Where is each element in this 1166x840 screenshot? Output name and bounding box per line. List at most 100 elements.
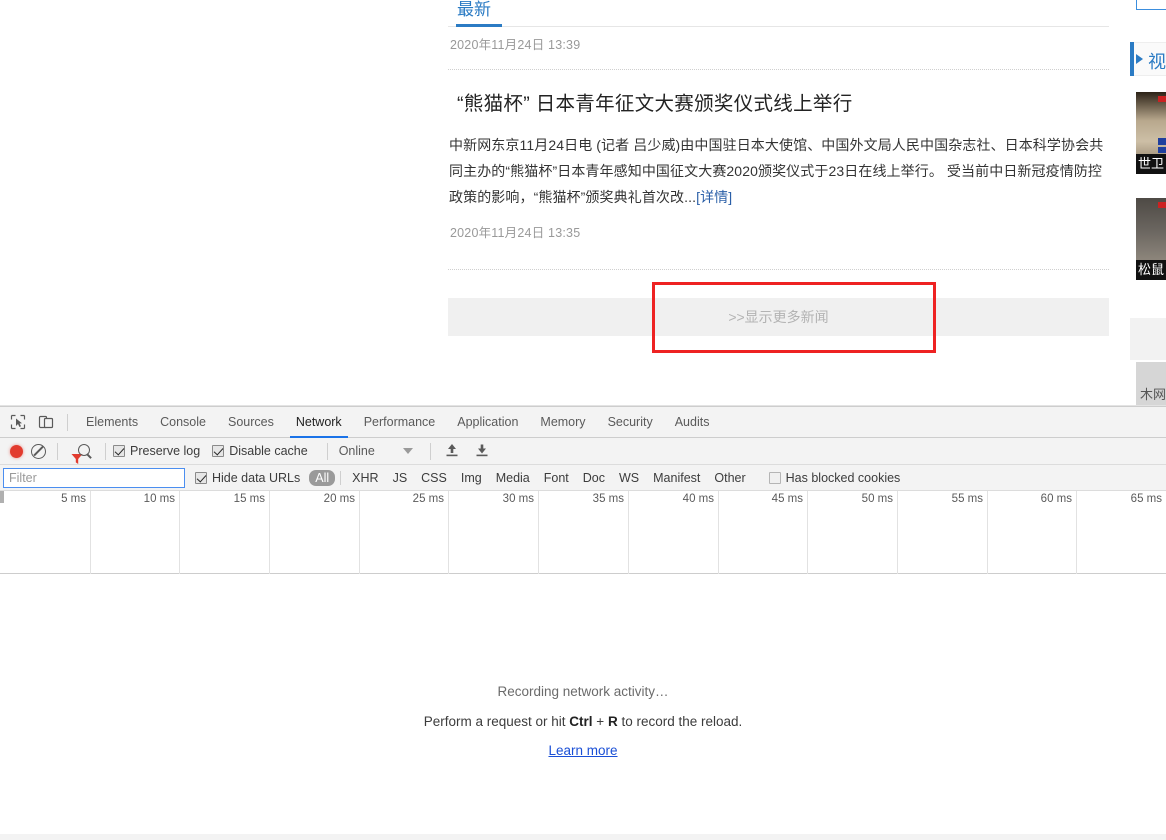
- filter-type-other[interactable]: Other: [708, 470, 751, 486]
- tab-sources[interactable]: Sources: [217, 407, 285, 438]
- filter-type-js[interactable]: JS: [387, 470, 414, 486]
- filter-type-xhr[interactable]: XHR: [346, 470, 384, 486]
- rail-section-title: 视: [1148, 52, 1166, 72]
- network-filterbar: Hide data URLs All XHR JS CSS Img Media …: [0, 465, 1166, 491]
- preserve-log-label[interactable]: Preserve log: [130, 444, 200, 458]
- search-icon[interactable]: [78, 443, 93, 459]
- rail-top-box: [1136, 0, 1166, 10]
- rail-footer-text: 木网: [1140, 387, 1166, 402]
- learn-more-link[interactable]: Learn more: [548, 743, 617, 758]
- tab-audits[interactable]: Audits: [664, 407, 721, 438]
- timeline-tick-label: 10 ms: [143, 493, 175, 505]
- timeline-tick-label: 65 ms: [1130, 493, 1162, 505]
- rail-video-thumb-1[interactable]: 世卫: [1136, 92, 1166, 174]
- tab-security[interactable]: Security: [597, 407, 664, 438]
- filter-type-img[interactable]: Img: [455, 470, 488, 486]
- preserve-log-checkbox[interactable]: [113, 445, 125, 457]
- filter-type-font[interactable]: Font: [538, 470, 575, 486]
- filter-input[interactable]: [3, 467, 185, 488]
- thumb-banner-blue-2: [1158, 147, 1166, 153]
- tab-memory[interactable]: Memory: [529, 407, 596, 438]
- article-title[interactable]: “熊猫杯” 日本青年征文大赛颁奖仪式线上举行: [457, 90, 1107, 118]
- filter-type-separator: [340, 470, 342, 485]
- hide-data-urls-checkbox[interactable]: [195, 471, 207, 484]
- thumb-banner-blue: [1158, 138, 1166, 145]
- filter-type-css[interactable]: CSS: [415, 470, 453, 486]
- timeline-gridline: [269, 491, 270, 574]
- timeline-tick-label: 45 ms: [771, 493, 803, 505]
- timeline-tick-label: 25 ms: [412, 493, 444, 505]
- thumb-banner-red: [1158, 96, 1166, 102]
- filter-type-all[interactable]: All: [309, 469, 336, 486]
- chevron-down-icon[interactable]: [402, 448, 413, 454]
- tab-console[interactable]: Console: [149, 407, 217, 438]
- timeline-tick-label: 20 ms: [323, 493, 355, 505]
- play-arrow-icon: [1136, 54, 1143, 64]
- rail-thumb-caption-1: 世卫: [1136, 154, 1166, 174]
- filter-type-media[interactable]: Media: [490, 470, 536, 486]
- filter-type-ws[interactable]: WS: [613, 470, 645, 486]
- hide-data-urls-label[interactable]: Hide data URLs: [212, 471, 300, 485]
- timeline-gridline: [807, 491, 808, 574]
- tab-application[interactable]: Application: [446, 407, 529, 438]
- rail-video-thumb-2[interactable]: 松鼠: [1136, 198, 1166, 280]
- network-empty-state: Recording network activity… Perform a re…: [0, 684, 1166, 760]
- filter-type-manifest[interactable]: Manifest: [647, 470, 706, 486]
- tab-performance[interactable]: Performance: [353, 407, 447, 438]
- news-column: 最新: [448, 0, 1109, 27]
- network-request-list: Recording network activity… Perform a re…: [0, 574, 1166, 834]
- web-page-content: 最新 2020年11月24日 13:39 “熊猫杯” 日本青年征文大赛颁奖仪式线…: [0, 0, 1166, 408]
- rail-placeholder-block: [1130, 318, 1166, 360]
- empty-state-line-2: Perform a request or hit Ctrl + R to rec…: [0, 714, 1166, 729]
- timeline-gridline: [1076, 491, 1077, 574]
- timeline-gridline: [538, 491, 539, 574]
- timeline-tick-label: 55 ms: [951, 493, 983, 505]
- disable-cache-label[interactable]: Disable cache: [229, 444, 308, 458]
- inspect-element-icon[interactable]: [4, 408, 32, 436]
- has-blocked-cookies-label[interactable]: Has blocked cookies: [786, 471, 901, 485]
- rail-section-accent-bar: [1130, 42, 1134, 76]
- timeline-gridline: [179, 491, 180, 574]
- network-timeline-overview[interactable]: 5 ms 10 ms 15 ms 20 ms 25 ms 30 ms 35 ms 40 ms 4…: [0, 491, 1166, 574]
- news-tabbar: 最新: [448, 0, 1109, 27]
- rail-thumb-caption-2: 松鼠: [1136, 260, 1166, 280]
- news-divider-1: [448, 69, 1109, 70]
- throttling-select-value[interactable]: Online: [339, 444, 375, 458]
- timeline-tick-label: 30 ms: [502, 493, 534, 505]
- devtools-tabbar: Elements Console Sources Network Perform…: [0, 407, 1166, 438]
- tab-active-underline: [456, 24, 502, 27]
- disable-cache-checkbox[interactable]: [212, 445, 225, 457]
- resource-type-filters: All XHR JS CSS Img Media Font Doc WS Man…: [308, 469, 752, 486]
- has-blocked-cookies-checkbox[interactable]: [768, 471, 781, 484]
- timeline-gridline: [718, 491, 719, 574]
- export-har-icon[interactable]: [473, 442, 493, 460]
- tab-latest[interactable]: 最新: [457, 0, 491, 25]
- network-toolbar: Preserve log Disable cache Online: [0, 438, 1166, 465]
- device-toolbar-icon[interactable]: [32, 408, 60, 436]
- timeline-tick-label: 50 ms: [861, 493, 893, 505]
- filter-type-doc[interactable]: Doc: [577, 470, 611, 486]
- toolbar-separator-3: [105, 442, 106, 460]
- shortcut-plus: +: [592, 714, 608, 729]
- shortcut-key-ctrl: Ctrl: [569, 714, 593, 729]
- timeline-gridline: [90, 491, 91, 574]
- timeline-gridline: [628, 491, 629, 574]
- highlight-annotation-box: [652, 282, 936, 353]
- devtools-panel: Elements Console Sources Network Perform…: [0, 406, 1166, 840]
- record-icon[interactable]: [10, 444, 23, 458]
- timeline-gridline: [359, 491, 360, 574]
- timeline-tick-label: 5 ms: [61, 493, 86, 505]
- news-divider-2: [448, 269, 1109, 270]
- news-timestamp-2: 2020年11月24日 13:35: [450, 226, 581, 240]
- thumb-banner-red-2: [1158, 202, 1166, 208]
- tab-network[interactable]: Network: [285, 407, 353, 438]
- article-summary-text: 中新网东京11月24日电 (记者 吕少威)由中国驻日本大使馆、中国外文局人民中国…: [449, 137, 1104, 205]
- timeline-tick-label: 40 ms: [682, 493, 714, 505]
- empty-state-line-1: Recording network activity…: [497, 684, 669, 699]
- timeline-left-handle[interactable]: [0, 491, 4, 503]
- toolbar-separator-4: [326, 442, 328, 460]
- import-har-icon[interactable]: [443, 442, 463, 460]
- tab-elements[interactable]: Elements: [75, 407, 149, 438]
- article-detail-link[interactable]: [详情]: [696, 189, 732, 205]
- clear-icon[interactable]: [31, 443, 46, 459]
